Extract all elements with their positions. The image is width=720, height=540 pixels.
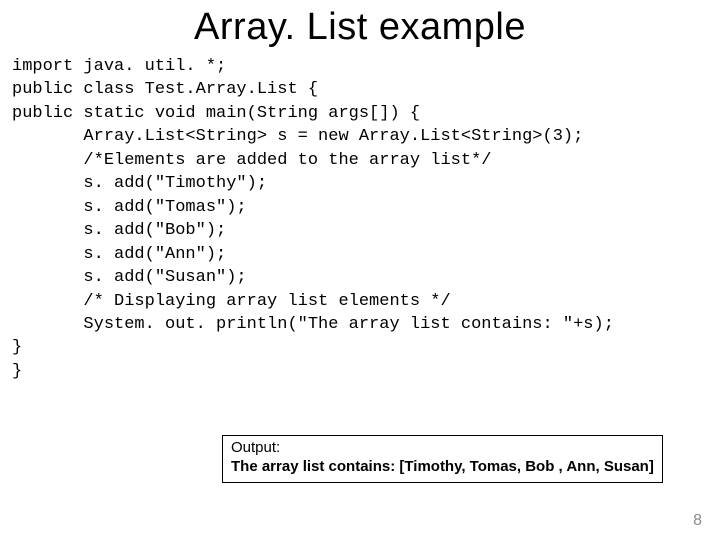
code-block: import java. util. *; public class Test.… [0,49,720,383]
page-number: 8 [693,512,702,530]
output-label: Output: [231,439,654,458]
output-result: The array list contains: [Timothy, Tomas… [231,458,654,477]
output-box: Output: The array list contains: [Timoth… [222,435,663,483]
slide: Array. List example import java. util. *… [0,0,720,540]
slide-title: Array. List example [0,0,720,49]
